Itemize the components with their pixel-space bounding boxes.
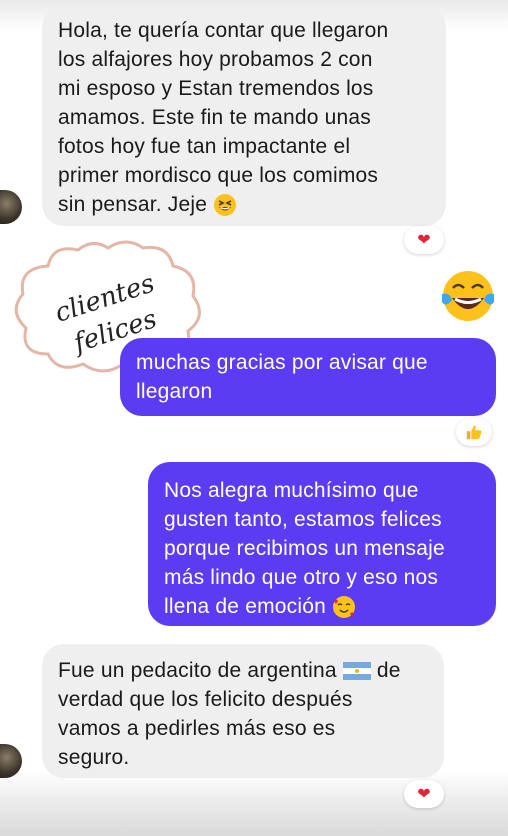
message-text: muchas gracias por avisar que llegaron [136,351,428,403]
argentina-flag-icon [342,662,371,681]
sender-avatar[interactable] [0,744,22,778]
outgoing-message[interactable]: Nos alegra muchísimo que gusten tanto, e… [148,462,496,626]
heart-icon: ❤ [417,786,431,803]
heart-reaction[interactable]: ❤ [404,226,444,254]
outgoing-message[interactable]: muchas gracias por avisar que llegaron [120,338,496,416]
incoming-message[interactable]: Fue un pedacito de argentina de verdad q… [42,644,444,778]
message-text-part1: Fue un pedacito de argentina [58,659,337,682]
smiling-face-with-hearts-icon [333,596,356,619]
heart-reaction[interactable]: ❤ [404,780,444,808]
face-with-tears-of-joy-icon [442,271,494,321]
message-text: Nos alegra muchísimo que gusten tanto, e… [164,479,445,618]
sender-avatar[interactable] [0,190,22,224]
heart-icon: ❤ [417,232,431,249]
thumbs-up-icon [466,425,482,440]
thumbs-up-reaction[interactable] [456,418,492,446]
incoming-message[interactable]: Hola, te quería contar que llegaron los … [42,6,446,226]
message-text: Hola, te quería contar que llegaron los … [58,19,389,216]
grinning-squinting-face-icon [214,194,237,217]
